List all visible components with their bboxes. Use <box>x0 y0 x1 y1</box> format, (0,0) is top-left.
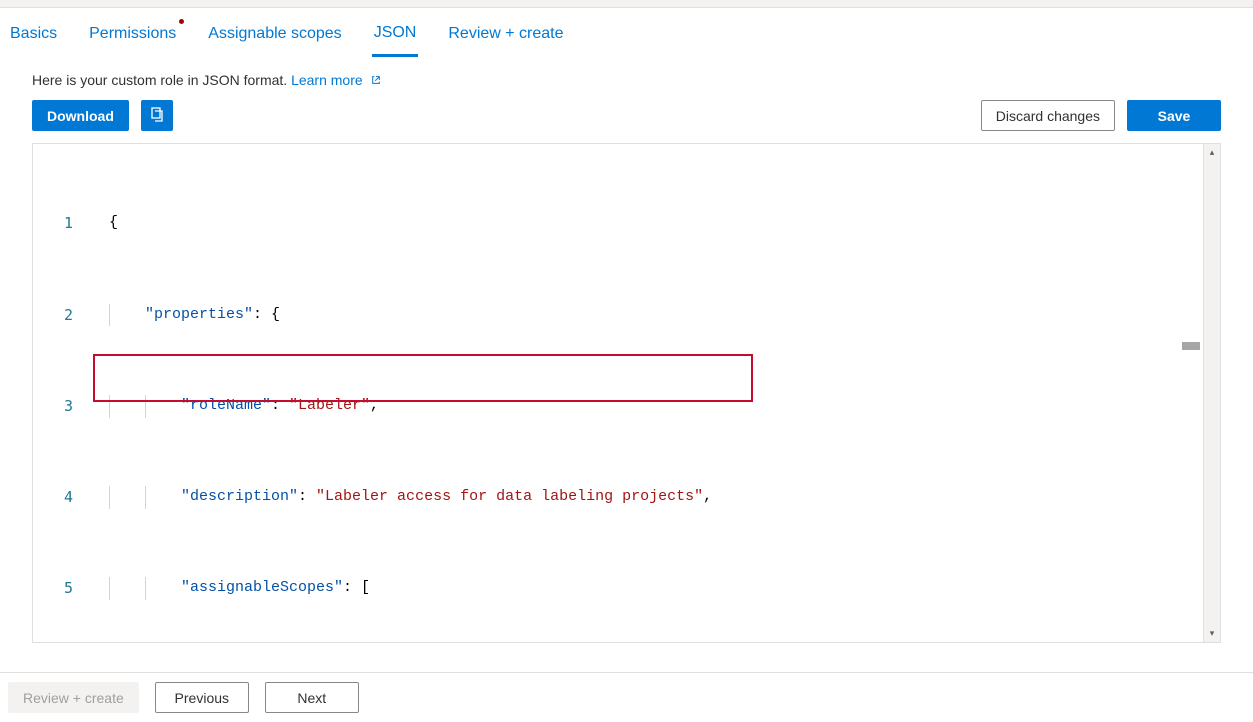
tab-permissions[interactable]: Permissions <box>87 11 178 55</box>
tab-review-create[interactable]: Review + create <box>446 11 565 55</box>
line-number: 4 <box>33 486 91 509</box>
wizard-footer: Review + create Previous Next <box>0 672 1253 722</box>
json-editor[interactable]: 1 { 2 "properties": { 3 "roleName": "Labele… <box>32 143 1221 643</box>
modified-dot-icon <box>179 19 184 24</box>
description-text: Here is your custom role in JSON format. <box>32 72 291 88</box>
tab-permissions-label: Permissions <box>89 25 176 42</box>
code-area[interactable]: 1 { 2 "properties": { 3 "roleName": "Labele… <box>33 144 1220 643</box>
download-button[interactable]: Download <box>32 100 129 131</box>
line-number: 2 <box>33 304 91 327</box>
scroll-down-icon[interactable]: ▾ <box>1204 625 1220 642</box>
code-token: : <box>298 488 316 505</box>
code-token: : { <box>253 306 280 323</box>
code-token: : [ <box>343 579 370 596</box>
line-number: 5 <box>33 577 91 600</box>
review-create-button: Review + create <box>8 682 139 713</box>
wizard-tabs: Basics Permissions Assignable scopes JSO… <box>0 8 1253 58</box>
learn-more-link[interactable]: Learn more <box>291 72 380 88</box>
next-button[interactable]: Next <box>265 682 359 713</box>
minimap-selection-marker <box>1182 342 1200 350</box>
scroll-up-icon[interactable]: ▴ <box>1204 144 1220 161</box>
external-link-icon <box>371 76 381 88</box>
previous-button[interactable]: Previous <box>155 682 249 713</box>
code-token: "Labeler" <box>289 397 370 414</box>
code-token: "description" <box>181 488 298 505</box>
tab-assignable-scopes[interactable]: Assignable scopes <box>206 11 343 55</box>
copy-button[interactable] <box>141 100 173 131</box>
save-button[interactable]: Save <box>1127 100 1221 131</box>
discard-changes-button[interactable]: Discard changes <box>981 100 1115 131</box>
copy-icon <box>149 106 165 125</box>
code-token: "roleName" <box>181 397 271 414</box>
toolbar: Download Discard changes Save <box>0 100 1253 131</box>
learn-more-label: Learn more <box>291 72 363 88</box>
code-token: , <box>370 397 379 414</box>
code-token: "properties" <box>145 306 253 323</box>
code-token: : <box>271 397 289 414</box>
header-strip <box>0 0 1253 8</box>
code-token: "assignableScopes" <box>181 579 343 596</box>
description-line: Here is your custom role in JSON format.… <box>0 58 1253 88</box>
tab-basics[interactable]: Basics <box>8 11 59 55</box>
line-number: 3 <box>33 395 91 418</box>
editor-scrollbar[interactable]: ▴ ▾ <box>1203 144 1220 642</box>
tab-json[interactable]: JSON <box>372 10 419 57</box>
code-token: , <box>703 488 712 505</box>
line-number: 1 <box>33 212 91 235</box>
code-token: { <box>109 214 118 231</box>
code-token: "Labeler access for data labeling projec… <box>316 488 703 505</box>
